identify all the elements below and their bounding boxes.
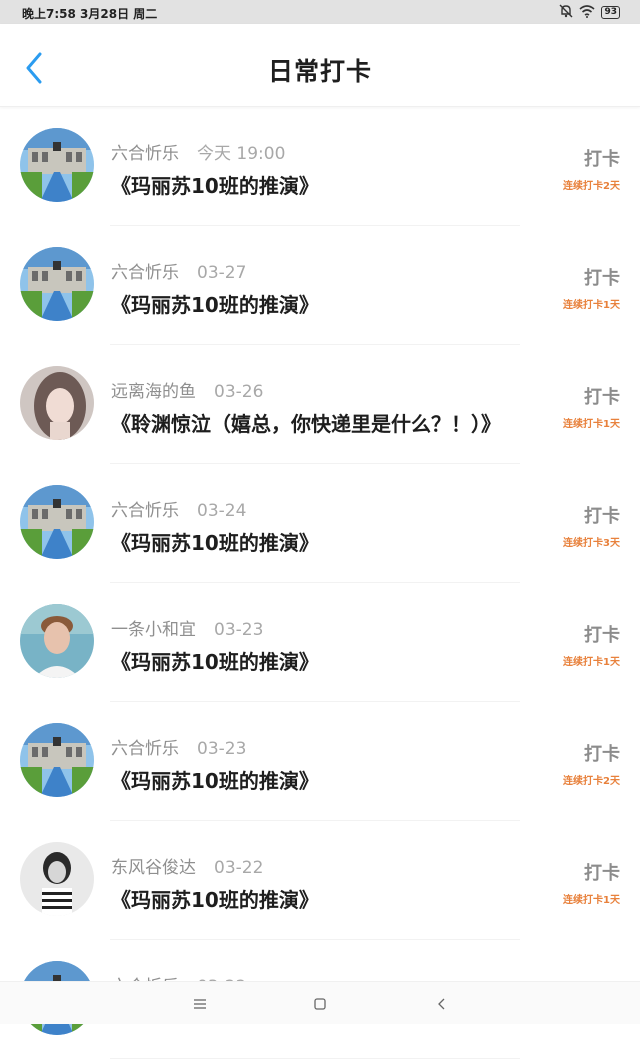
page-title: 日常打卡 — [267, 57, 372, 86]
checkin-button[interactable]: 打卡 — [584, 383, 620, 409]
streak-label: 连续打卡1天 — [563, 419, 620, 430]
checkin-meta: 远离海的鱼 03-26 — [111, 377, 263, 402]
home-square-icon — [314, 998, 326, 1010]
book-title[interactable]: 《玛丽苏10班的推演》 — [111, 765, 319, 794]
checkin-meta: 六合忻乐 今天 19:00 — [111, 139, 285, 164]
back-arrow-icon — [438, 998, 445, 1010]
book-title[interactable]: 《玛丽苏10班的推演》 — [111, 289, 319, 318]
book-title[interactable]: 《玛丽苏10班的推演》 — [111, 646, 319, 675]
checkin-meta: 一条小和宜 03-23 — [111, 615, 263, 640]
user-name[interactable]: 东风谷俊达 — [111, 858, 196, 878]
book-title[interactable]: 《玛丽苏10班的推演》 — [111, 884, 319, 913]
book-title[interactable]: 《聆渊惊泣（嬉总，你快递里是什么？！）》 — [111, 408, 501, 437]
streak-label: 连续打卡1天 — [563, 300, 620, 311]
back-nav-button[interactable] — [430, 992, 454, 1016]
checkin-meta: 东风谷俊达 03-22 — [111, 853, 263, 878]
avatar[interactable] — [20, 247, 94, 321]
checkin-row[interactable]: 六合忻乐 03-23 《玛丽苏10班的推演》 打卡连续打卡2天 — [0, 702, 640, 821]
streak-label: 连续打卡3天 — [563, 538, 620, 549]
checkin-button[interactable]: 打卡 — [584, 264, 620, 290]
checkin-row[interactable]: 东风谷俊达 03-22 《玛丽苏10班的推演》 打卡连续打卡1天 — [0, 821, 640, 940]
checkin-meta: 六合忻乐 03-24 — [111, 496, 246, 521]
avatar[interactable] — [20, 842, 94, 916]
checkin-date: 03-26 — [214, 382, 264, 402]
header: 日常打卡 — [0, 24, 640, 107]
avatar[interactable] — [20, 604, 94, 678]
avatar[interactable] — [20, 485, 94, 559]
checkin-button[interactable]: 打卡 — [584, 502, 620, 528]
checkin-row[interactable]: 六合忻乐 03-27 《玛丽苏10班的推演》 打卡连续打卡1天 — [0, 226, 640, 345]
home-button[interactable] — [308, 992, 332, 1016]
checkin-date: 03-24 — [197, 501, 247, 521]
checkin-meta: 六合忻乐 03-27 — [111, 258, 246, 283]
checkin-button[interactable]: 打卡 — [584, 859, 620, 885]
avatar[interactable] — [20, 723, 94, 797]
checkin-row[interactable]: 一条小和宜 03-23 《玛丽苏10班的推演》 打卡连续打卡1天 — [0, 583, 640, 702]
user-name[interactable]: 远离海的鱼 — [111, 382, 196, 402]
user-name[interactable]: 一条小和宜 — [111, 620, 196, 640]
checkin-date: 03-22 — [214, 858, 264, 878]
menu-icon — [194, 999, 206, 1009]
streak-label: 连续打卡1天 — [563, 895, 620, 906]
status-bar: 晚上7:58 3月28日 周二 93 — [0, 0, 640, 24]
streak-label: 连续打卡2天 — [563, 776, 620, 787]
book-title[interactable]: 《玛丽苏10班的推演》 — [111, 170, 319, 199]
checkin-row[interactable]: 远离海的鱼 03-26 《聆渊惊泣（嬉总，你快递里是什么？！）》 打卡连续打卡1天 — [0, 345, 640, 464]
user-name[interactable]: 六合忻乐 — [111, 263, 179, 283]
user-name[interactable]: 六合忻乐 — [111, 144, 179, 164]
checkin-date: 03-27 — [197, 263, 247, 283]
checkin-button[interactable]: 打卡 — [584, 740, 620, 766]
mute-bell-icon — [559, 4, 573, 21]
battery-icon: 93 — [601, 6, 620, 19]
checkin-row[interactable]: 六合忻乐 03-24 《玛丽苏10班的推演》 打卡连续打卡3天 — [0, 464, 640, 583]
menu-button[interactable] — [188, 992, 212, 1016]
system-nav-bar — [0, 981, 640, 1024]
checkin-date: 03-23 — [197, 739, 247, 759]
checkin-date: 今天 19:00 — [197, 144, 286, 164]
streak-label: 连续打卡1天 — [563, 657, 620, 668]
checkin-date: 03-23 — [214, 620, 264, 640]
checkin-row[interactable]: 六合忻乐 今天 19:00 《玛丽苏10班的推演》 打卡连续打卡2天 — [0, 107, 640, 226]
checkin-list: 六合忻乐 今天 19:00 《玛丽苏10班的推演》 打卡 连续打卡2天 六合忻乐 03-27… — [0, 107, 640, 1059]
checkin-meta: 六合忻乐 03-23 — [111, 734, 246, 759]
avatar[interactable] — [20, 366, 94, 440]
wifi-icon — [579, 4, 595, 21]
streak-label: 连续打卡2天 — [563, 181, 620, 192]
status-time: 晚上7:58 3月28日 周二 — [22, 7, 158, 21]
checkin-button[interactable]: 打卡 — [584, 621, 620, 647]
status-icons: 93 — [559, 4, 620, 21]
checkin-button[interactable]: 打卡 — [584, 145, 620, 171]
book-title[interactable]: 《玛丽苏10班的推演》 — [111, 527, 319, 556]
avatar[interactable] — [20, 128, 94, 202]
user-name[interactable]: 六合忻乐 — [111, 739, 179, 759]
user-name[interactable]: 六合忻乐 — [111, 501, 179, 521]
